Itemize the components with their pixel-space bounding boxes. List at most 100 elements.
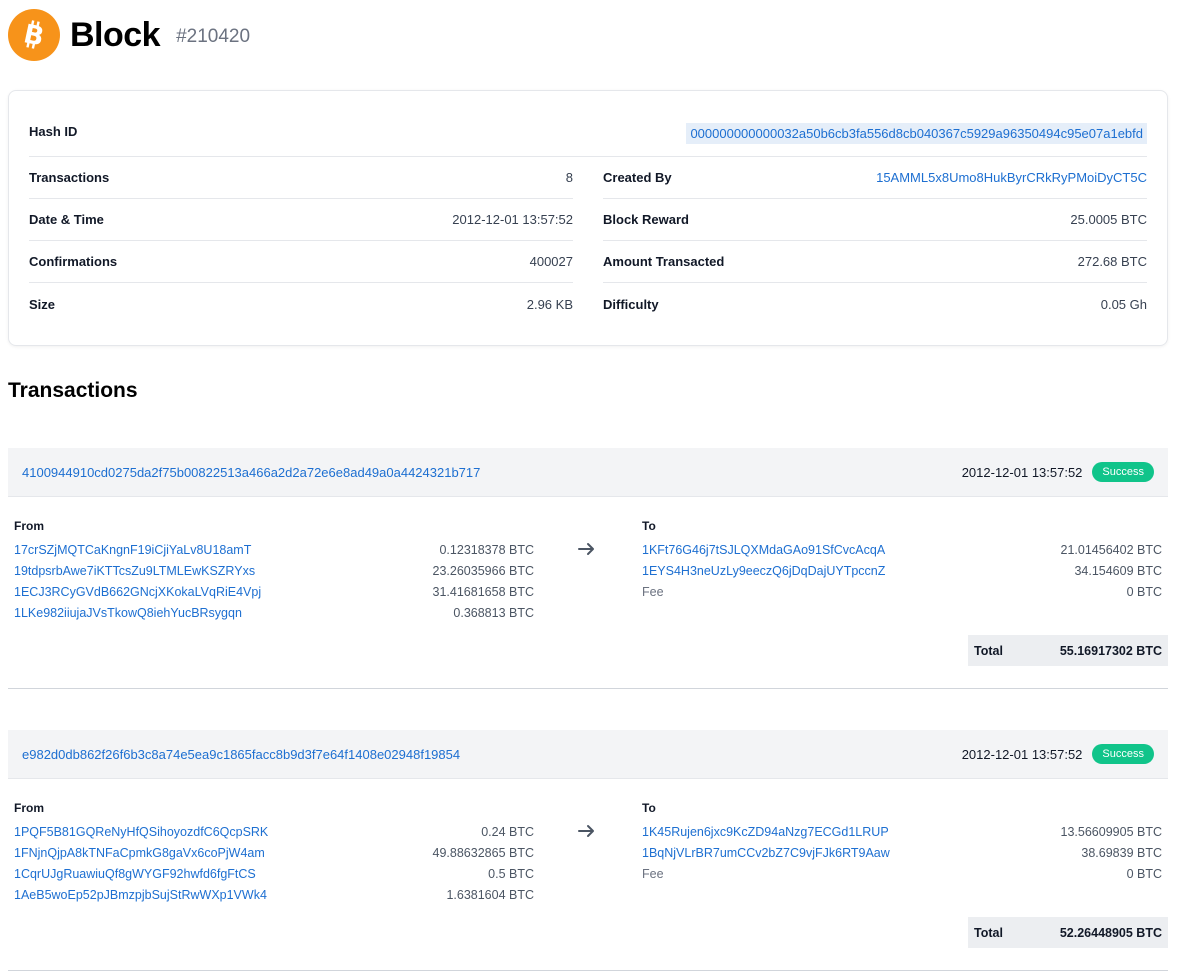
transaction-meta: 2012-12-01 13:57:52 Success xyxy=(962,462,1154,482)
input-amount: 0.5 BTC xyxy=(488,866,534,881)
to-label: To xyxy=(642,801,656,815)
summary-value: 25.0005 BTC xyxy=(1070,212,1147,227)
summary-value: 2.96 KB xyxy=(526,296,573,312)
input-address-link[interactable]: 1LKe982iiujaJVsTkowQ8iehYucBRsygqn xyxy=(14,606,242,620)
status-badge: Success xyxy=(1092,462,1154,482)
input-amount: 0.368813 BTC xyxy=(453,605,534,620)
summary-row-size: Size 2.96 KB xyxy=(29,283,573,325)
total-label: Total xyxy=(974,925,1003,940)
input-amount: 1.6381604 BTC xyxy=(446,887,534,902)
input-address-link[interactable]: 1AeB5woEp52pJBmzpjbSujStRwWXp1VWk4 xyxy=(14,888,267,902)
page-title: Block xyxy=(70,15,161,54)
transaction-hash-link[interactable]: 4100944910cd0275da2f75b00822513a466a2d2a… xyxy=(22,465,480,480)
fee-label: Fee xyxy=(642,584,664,599)
block-summary-card: Hash ID 000000000000032a50b6cb3fa556d8cb… xyxy=(8,90,1168,346)
input-amount: 31.41681658 BTC xyxy=(432,584,534,599)
output-address-link[interactable]: 1K45Rujen6jxc9KcZD94aNzg7ECGd1LRUP xyxy=(642,825,889,839)
summary-value: 272.68 BTC xyxy=(1077,254,1147,269)
transaction-total: Total 55.16917302 BTC xyxy=(968,635,1168,666)
transaction-outputs: To 1K45Rujen6jxc9KcZD94aNzg7ECGd1LRUP 13… xyxy=(642,801,1162,884)
output-amount: 38.69839 BTC xyxy=(1081,845,1162,860)
summary-label: Size xyxy=(29,296,56,312)
total-amount: 52.26448905 BTC xyxy=(1059,925,1162,940)
summary-value: 8 xyxy=(565,170,573,185)
block-number: #210420 xyxy=(176,25,251,47)
output-row: 1BqNjVLrBR7umCCv2bZ7C9vjFJk6RT9Aaw 38.69… xyxy=(642,842,1162,863)
summary-right-column: Created By 15AMML5x8Umo8HukByrCRkRyPMoiD… xyxy=(603,157,1147,325)
summary-row-amount-transacted: Amount Transacted 272.68 BTC xyxy=(603,241,1147,283)
input-address-link[interactable]: 1ECJ3RCyGVdB662GNcjXKokaLVqRiE4Vpj xyxy=(14,585,261,599)
fee-amount: 0 BTC xyxy=(1126,584,1162,599)
transactions-section-title: Transactions xyxy=(8,379,138,402)
summary-value: 400027 xyxy=(529,254,573,269)
transaction-inputs: From 17crSZjMQTCaKngnF19iCjiYaLv8U18amT … xyxy=(14,519,534,623)
transaction-hash-link[interactable]: e982d0db862f26f6b3c8a74e5ea9c1865facc8b9… xyxy=(22,747,460,762)
fee-label: Fee xyxy=(642,866,664,881)
summary-label: Amount Transacted xyxy=(603,254,725,269)
output-row: 1K45Rujen6jxc9KcZD94aNzg7ECGd1LRUP 13.56… xyxy=(642,821,1162,842)
summary-row-confirmations: Confirmations 400027 xyxy=(29,241,573,283)
hash-row: Hash ID 000000000000032a50b6cb3fa556d8cb… xyxy=(29,113,1147,157)
transaction-total: Total 52.26448905 BTC xyxy=(968,917,1168,948)
output-amount: 13.56609905 BTC xyxy=(1060,824,1162,839)
created-by-address-link[interactable]: 15AMML5x8Umo8HukByrCRkRyPMoiDyCT5C xyxy=(876,170,1147,185)
transaction-body: From 17crSZjMQTCaKngnF19iCjiYaLv8U18amT … xyxy=(8,497,1168,689)
transaction-header: e982d0db862f26f6b3c8a74e5ea9c1865facc8b9… xyxy=(8,730,1168,779)
output-row: 1EYS4H3neUzLy9eeczQ6jDqDajUYTpccnZ 34.15… xyxy=(642,560,1162,581)
summary-row-datetime: Date & Time 2012-12-01 13:57:52 xyxy=(29,199,573,241)
summary-label: Block Reward xyxy=(603,212,689,227)
input-address-link[interactable]: 1CqrUJgRuawiuQf8gWYGF92hwfd6fgFtCS xyxy=(14,867,256,881)
arrow-right-icon xyxy=(578,825,594,837)
summary-label: Created By xyxy=(603,170,672,185)
bitcoin-logo-icon: B xyxy=(8,9,60,61)
input-address-link[interactable]: 1FNjnQjpA8kTNFaCpmkG8gaVx6coPjW4am xyxy=(14,846,265,860)
input-row: 19tdpsrbAwe7iKTTcsZu9LTMLEwKSZRYxs 23.26… xyxy=(14,560,534,581)
output-address-link[interactable]: 1BqNjVLrBR7umCCv2bZ7C9vjFJk6RT9Aaw xyxy=(642,846,890,860)
input-address-link[interactable]: 19tdpsrbAwe7iKTTcsZu9LTMLEwKSZRYxs xyxy=(14,564,255,578)
summary-value: 2012-12-01 13:57:52 xyxy=(452,212,573,227)
summary-value: 0.05 Gh xyxy=(1100,296,1147,312)
transaction-inputs: From 1PQF5B81GQReNyHfQSihoyozdfC6QcpSRK … xyxy=(14,801,534,905)
input-row: 1FNjnQjpA8kTNFaCpmkG8gaVx6coPjW4am 49.88… xyxy=(14,842,534,863)
summary-label: Confirmations xyxy=(29,254,118,269)
transaction-header: 4100944910cd0275da2f75b00822513a466a2d2a… xyxy=(8,448,1168,497)
input-amount: 23.26035966 BTC xyxy=(432,563,534,578)
fee-row: Fee 0 BTC xyxy=(642,581,1162,602)
transaction-time: 2012-12-01 13:57:52 xyxy=(961,464,1083,480)
summary-label: Transactions xyxy=(29,170,110,185)
summary-row-created-by: Created By 15AMML5x8Umo8HukByrCRkRyPMoiD… xyxy=(603,157,1147,199)
input-row: 1PQF5B81GQReNyHfQSihoyozdfC6QcpSRK 0.24 … xyxy=(14,821,534,842)
transaction-meta: 2012-12-01 13:57:52 Success xyxy=(962,744,1154,764)
input-amount: 0.24 BTC xyxy=(481,824,534,839)
to-label: To xyxy=(642,519,656,533)
input-amount: 0.12318378 BTC xyxy=(439,542,534,557)
summary-row-transactions: Transactions 8 xyxy=(29,157,573,199)
output-amount: 21.01456402 BTC xyxy=(1060,542,1162,557)
status-badge: Success xyxy=(1092,744,1154,764)
input-row: 1CqrUJgRuawiuQf8gWYGF92hwfd6fgFtCS 0.5 B… xyxy=(14,863,534,884)
total-label: Total xyxy=(974,643,1003,658)
output-address-link[interactable]: 1EYS4H3neUzLy9eeczQ6jDqDajUYTpccnZ xyxy=(642,564,885,578)
summary-row-difficulty: Difficulty 0.05 Gh xyxy=(603,283,1147,325)
transaction-card: e982d0db862f26f6b3c8a74e5ea9c1865facc8b9… xyxy=(8,730,1168,971)
from-label: From xyxy=(14,519,44,533)
summary-left-column: Transactions 8 Date & Time 2012-12-01 13… xyxy=(29,157,573,325)
input-address-link[interactable]: 1PQF5B81GQReNyHfQSihoyozdfC6QcpSRK xyxy=(14,825,268,839)
output-amount: 34.154609 BTC xyxy=(1074,563,1162,578)
summary-label: Date & Time xyxy=(29,212,104,227)
summary-label: Difficulty xyxy=(603,296,659,312)
total-amount: 55.16917302 BTC xyxy=(1059,643,1162,658)
output-address-link[interactable]: 1KFt76G46j7tSJLQXMdaGAo91SfCvcAcqA xyxy=(642,543,885,557)
page-header: B Block #210420 xyxy=(8,9,250,61)
fee-row: Fee 0 BTC xyxy=(642,863,1162,884)
from-label: From xyxy=(14,801,44,815)
transaction-body: From 1PQF5B81GQReNyHfQSihoyozdfC6QcpSRK … xyxy=(8,779,1168,971)
arrow-right-icon xyxy=(578,543,594,555)
input-address-link[interactable]: 17crSZjMQTCaKngnF19iCjiYaLv8U18amT xyxy=(14,543,251,557)
input-row: 1AeB5woEp52pJBmzpjbSujStRwWXp1VWk4 1.638… xyxy=(14,884,534,905)
input-amount: 49.88632865 BTC xyxy=(432,845,534,860)
input-row: 17crSZjMQTCaKngnF19iCjiYaLv8U18amT 0.123… xyxy=(14,539,534,560)
hash-value-link[interactable]: 000000000000032a50b6cb3fa556d8cb040367c5… xyxy=(686,123,1147,144)
summary-row-block-reward: Block Reward 25.0005 BTC xyxy=(603,199,1147,241)
output-row: 1KFt76G46j7tSJLQXMdaGAo91SfCvcAcqA 21.01… xyxy=(642,539,1162,560)
